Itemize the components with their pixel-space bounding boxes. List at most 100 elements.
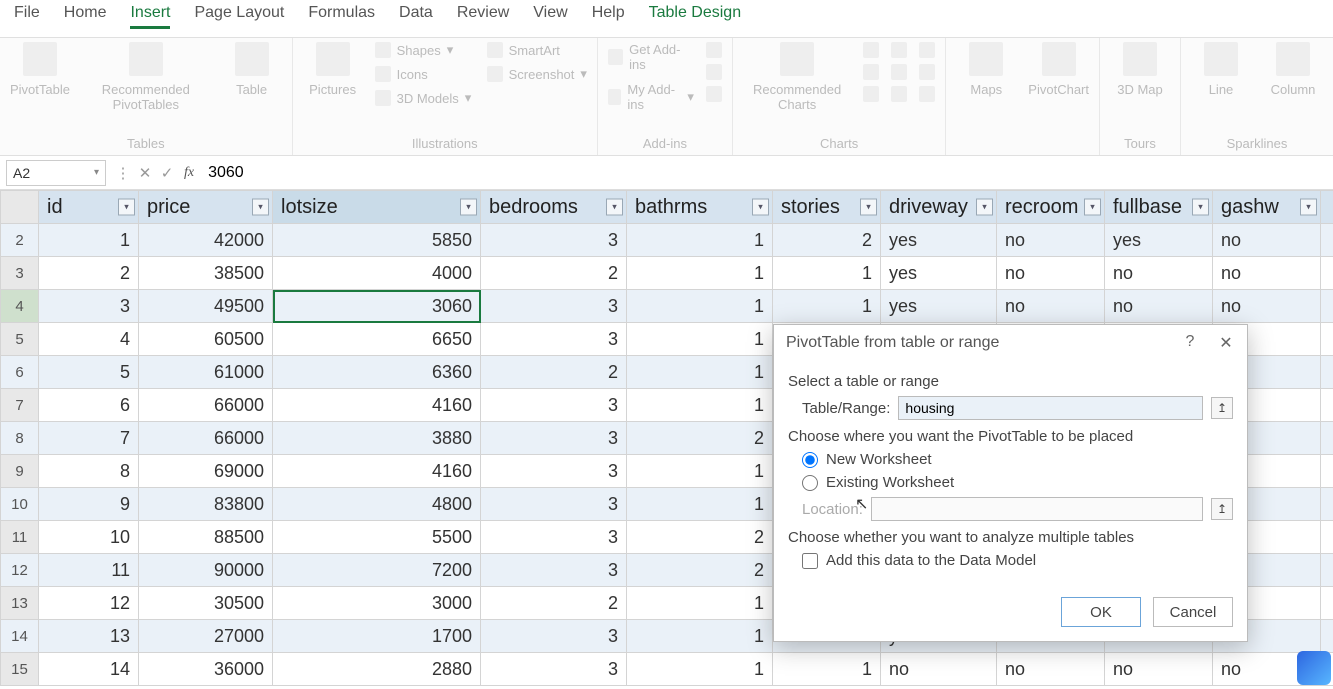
chart-type-icon-7[interactable] [919,42,935,58]
cell[interactable]: 5 [39,356,139,389]
close-icon[interactable]: ✕ [1217,333,1235,353]
cell[interactable]: 1 [627,620,773,653]
cell[interactable]: yes [881,224,997,257]
cell[interactable]: no [881,653,997,686]
column-header[interactable]: stories▾ [773,191,881,224]
row-header[interactable]: 9 [1,455,39,488]
column-header[interactable]: gashw▾ [1213,191,1321,224]
cell[interactable]: yes [1105,224,1213,257]
cell[interactable]: 42000 [139,224,273,257]
cell[interactable]: 2 [627,422,773,455]
row-header[interactable]: 11 [1,521,39,554]
addin-icon-2[interactable] [706,64,722,80]
cell[interactable]: 1 [627,455,773,488]
row-header[interactable]: 7 [1,389,39,422]
cell[interactable]: 1700 [273,620,481,653]
cell[interactable]: 2 [627,554,773,587]
cell[interactable]: no [1105,257,1213,290]
chart-type-icon-1[interactable] [863,42,879,58]
cell[interactable]: 30500 [139,587,273,620]
cancel-formula-icon[interactable]: ✕ [134,164,156,182]
chart-type-icon-9[interactable] [919,86,935,102]
cell[interactable]: 1 [773,257,881,290]
filter-icon[interactable]: ▾ [118,199,135,216]
cancel-button[interactable]: Cancel [1153,597,1233,627]
ribbon-shapes[interactable]: Shapes ▾ [375,42,475,58]
cell[interactable]: 3 [481,389,627,422]
cell[interactable]: no [1105,653,1213,686]
filter-icon[interactable]: ▾ [860,199,877,216]
menu-data[interactable]: Data [399,4,433,29]
chart-type-icon-3[interactable] [863,86,879,102]
cell[interactable]: no [1213,290,1321,323]
column-header[interactable]: bathrms▾ [627,191,773,224]
ribbon-screenshot[interactable]: Screenshot ▾ [487,66,587,82]
cell[interactable]: 1 [773,653,881,686]
cell[interactable]: 27000 [139,620,273,653]
corner-cell[interactable] [1,191,39,224]
cell[interactable]: 66000 [139,422,273,455]
cell[interactable]: 1 [627,389,773,422]
cell[interactable]: 1 [627,290,773,323]
cell[interactable]: 1 [39,224,139,257]
cell[interactable]: 69000 [139,455,273,488]
cell[interactable]: 1 [627,323,773,356]
cell[interactable]: 4 [39,323,139,356]
row-header[interactable]: 3 [1,257,39,290]
cell[interactable]: yes [881,290,997,323]
formula-input[interactable] [200,160,1333,186]
menu-formulas[interactable]: Formulas [308,4,375,29]
cell[interactable]: 4000 [273,257,481,290]
cell[interactable]: 5850 [273,224,481,257]
cell[interactable]: 11 [39,554,139,587]
row-header[interactable]: 5 [1,323,39,356]
filter-icon[interactable]: ▾ [460,199,477,216]
cell[interactable]: no [1213,257,1321,290]
cell[interactable]: yes [881,257,997,290]
row-header[interactable]: 13 [1,587,39,620]
row-header[interactable]: 8 [1,422,39,455]
checkbox-data-model[interactable] [802,553,818,569]
cell[interactable]: 3880 [273,422,481,455]
ribbon-3d-models[interactable]: 3D Models ▾ [375,90,475,106]
cell[interactable]: 3 [481,620,627,653]
cell[interactable]: 66000 [139,389,273,422]
table-range-input[interactable] [898,396,1203,420]
cell[interactable]: 3000 [273,587,481,620]
ribbon-column[interactable]: Column [1263,42,1323,97]
cell[interactable]: 5500 [273,521,481,554]
ribbon-my-addins[interactable]: My Add-ins ▾ [608,82,694,112]
cell[interactable]: 2 [481,587,627,620]
cell[interactable]: 3 [39,290,139,323]
cell[interactable]: 13 [39,620,139,653]
cell[interactable]: no [997,257,1105,290]
cell[interactable]: 1 [627,488,773,521]
cell[interactable]: 2880 [273,653,481,686]
cell[interactable]: 6650 [273,323,481,356]
radio-existing-worksheet[interactable] [802,475,818,491]
cell[interactable]: 88500 [139,521,273,554]
accept-formula-icon[interactable]: ✓ [156,164,178,182]
chart-type-icon-2[interactable] [863,64,879,80]
addin-icon-3[interactable] [706,86,722,102]
filter-icon[interactable]: ▾ [752,199,769,216]
column-header[interactable]: id▾ [39,191,139,224]
menu-review[interactable]: Review [457,4,509,29]
ribbon-line[interactable]: Line [1191,42,1251,97]
range-select-icon[interactable]: ↥ [1211,397,1233,419]
cell[interactable]: 14 [39,653,139,686]
row-header[interactable]: 4 [1,290,39,323]
cell[interactable]: no [997,653,1105,686]
ribbon-recommended-pivottables[interactable]: Recommended PivotTables [82,42,210,112]
chart-type-icon-8[interactable] [919,64,935,80]
cell[interactable]: 1 [627,224,773,257]
menu-home[interactable]: Home [64,4,107,29]
cell[interactable]: 7 [39,422,139,455]
cell[interactable]: 90000 [139,554,273,587]
cell[interactable]: 3060 [273,290,481,323]
cell[interactable]: 3 [481,554,627,587]
ribbon-pivottable[interactable]: PivotTable [10,42,70,97]
column-header[interactable]: lotsize▾ [273,191,481,224]
cell[interactable]: 4160 [273,455,481,488]
row-header[interactable]: 14 [1,620,39,653]
